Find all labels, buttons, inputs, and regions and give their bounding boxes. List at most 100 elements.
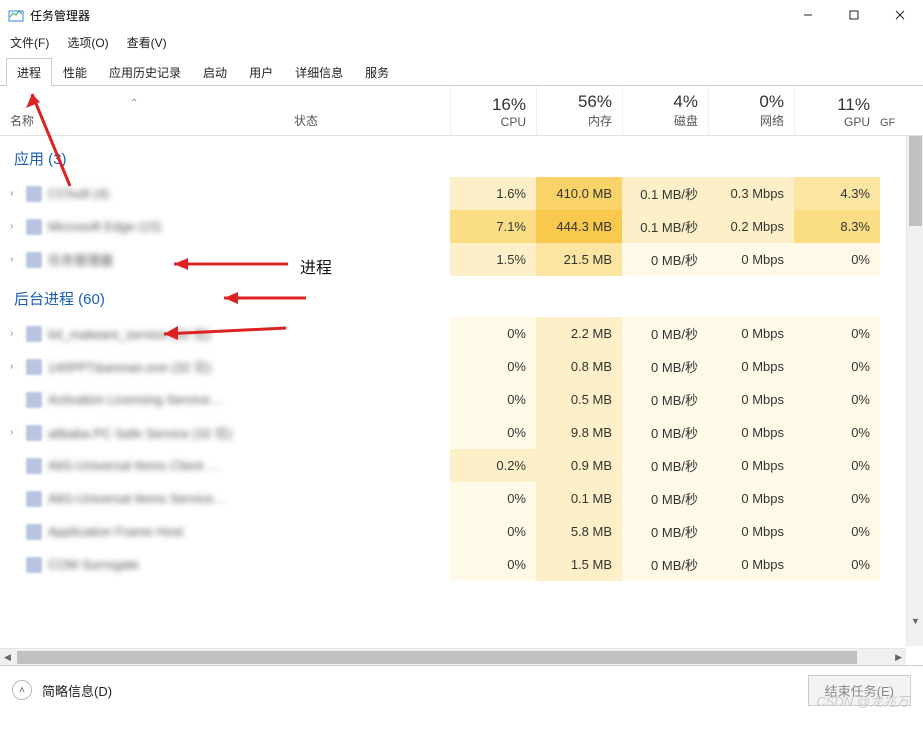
table-row[interactable]: Activation Licensing Service…0%0.5 MB0 M…	[0, 383, 923, 416]
menubar: 文件(F) 选项(O) 查看(V)	[0, 30, 923, 54]
tab-bar: 进程 性能 应用历史记录 启动 用户 详细信息 服务	[0, 58, 923, 86]
cell-gpu: 0%	[794, 548, 880, 581]
tab-services[interactable]: 服务	[354, 58, 400, 86]
tab-performance[interactable]: 性能	[52, 58, 98, 86]
col-cpu[interactable]: 16% CPU	[450, 86, 536, 135]
close-button[interactable]	[877, 0, 923, 30]
expand-chevron-icon[interactable]: ›	[10, 427, 20, 438]
cell-mem: 21.5 MB	[536, 243, 622, 276]
col-memory[interactable]: 56% 内存	[536, 86, 622, 135]
menu-options[interactable]: 选项(O)	[65, 32, 110, 53]
table-row[interactable]: AliG-Universal Items Service…0%0.1 MB0 M…	[0, 482, 923, 515]
fewer-details-toggle[interactable]: ˄ 简略信息(D)	[12, 680, 112, 700]
group-header[interactable]: 后台进程 (60)	[0, 276, 923, 317]
cell-cpu: 0%	[450, 383, 536, 416]
tab-details[interactable]: 详细信息	[284, 58, 354, 86]
tab-app-history[interactable]: 应用历史记录	[98, 58, 192, 86]
group-header[interactable]: 应用 (3)	[0, 136, 923, 177]
expand-chevron-icon[interactable]: ›	[10, 361, 20, 372]
tab-startup[interactable]: 启动	[192, 58, 238, 86]
cell-disk: 0 MB/秒	[622, 350, 708, 383]
cell-cpu: 0%	[450, 482, 536, 515]
table-row[interactable]: AliG-Universal Items Client …0.2%0.9 MB0…	[0, 449, 923, 482]
scroll-thumb-v[interactable]	[909, 136, 922, 226]
table-row[interactable]: COM Surrogate0%1.5 MB0 MB/秒0 Mbps0%	[0, 548, 923, 581]
tab-processes[interactable]: 进程	[6, 58, 52, 86]
cell-mem: 5.8 MB	[536, 515, 622, 548]
table-body: 应用 (3)› CChuili (4)1.6%410.0 MB0.1 MB/秒0…	[0, 136, 923, 646]
tab-users[interactable]: 用户	[238, 58, 284, 86]
menu-view[interactable]: 查看(V)	[125, 32, 169, 53]
network-percent: 0%	[759, 92, 784, 112]
process-icon	[26, 458, 42, 474]
cell-net: 0 Mbps	[708, 243, 794, 276]
col-status[interactable]: 状态	[290, 86, 450, 135]
table-row[interactable]: › Microsoft Edge (15)7.1%444.3 MB0.1 MB/…	[0, 210, 923, 243]
cell-disk: 0 MB/秒	[622, 449, 708, 482]
cell-cpu: 0%	[450, 548, 536, 581]
cell-gpu: 0%	[794, 449, 880, 482]
cell-cpu: 0%	[450, 350, 536, 383]
cell-gpu: 0%	[794, 243, 880, 276]
expand-chevron-icon[interactable]: ›	[10, 188, 20, 199]
col-name[interactable]: 名称 ⌃	[0, 86, 290, 135]
horizontal-scrollbar[interactable]: ◀ ▶	[0, 648, 906, 665]
table-row[interactable]: Application Frame Host0%5.8 MB0 MB/秒0 Mb…	[0, 515, 923, 548]
scroll-right-icon[interactable]: ▶	[895, 652, 902, 663]
cpu-percent: 16%	[492, 95, 526, 115]
col-network[interactable]: 0% 网络	[708, 86, 794, 135]
col-gpu-engine-trunc[interactable]: GF	[880, 86, 898, 135]
table-row[interactable]: › 64_malware_service (32 位)0%2.2 MB0 MB/…	[0, 317, 923, 350]
table-row[interactable]: › 任务管理器1.5%21.5 MB0 MB/秒0 Mbps0%	[0, 243, 923, 276]
chevron-up-icon: ˄	[12, 680, 32, 700]
expand-chevron-icon[interactable]: ›	[10, 328, 20, 339]
footer: ˄ 简略信息(D) 结束任务(E)	[0, 666, 923, 714]
sort-indicator-icon: ⌃	[130, 98, 138, 109]
cell-mem: 0.1 MB	[536, 482, 622, 515]
vertical-scrollbar[interactable]: ▲ ▼	[906, 136, 923, 646]
cell-cpu: 1.6%	[450, 177, 536, 210]
process-name: 140PPT&anman.exe (32 位)	[48, 357, 211, 376]
end-task-button[interactable]: 结束任务(E)	[808, 675, 911, 706]
scroll-thumb-h[interactable]	[17, 651, 857, 664]
cell-mem: 2.2 MB	[536, 317, 622, 350]
table-row[interactable]: › CChuili (4)1.6%410.0 MB0.1 MB/秒0.3 Mbp…	[0, 177, 923, 210]
cell-gpu: 0%	[794, 416, 880, 449]
gpu-label: GPU	[844, 115, 870, 129]
process-icon	[26, 252, 42, 268]
scroll-left-icon[interactable]: ◀	[4, 652, 11, 663]
table-header: 名称 ⌃ 状态 16% CPU 56% 内存 4% 磁盘 0% 网络 11% G…	[0, 86, 923, 136]
disk-percent: 4%	[673, 92, 698, 112]
process-icon	[26, 219, 42, 235]
cpu-label: CPU	[501, 115, 526, 129]
cell-gpu: 0%	[794, 515, 880, 548]
process-icon	[26, 557, 42, 573]
cell-disk: 0 MB/秒	[622, 548, 708, 581]
window-controls	[785, 0, 923, 30]
cell-disk: 0 MB/秒	[622, 317, 708, 350]
process-view: 名称 ⌃ 状态 16% CPU 56% 内存 4% 磁盘 0% 网络 11% G…	[0, 86, 923, 666]
col-disk[interactable]: 4% 磁盘	[622, 86, 708, 135]
expand-chevron-icon[interactable]: ›	[10, 221, 20, 232]
process-name: Application Frame Host	[48, 524, 183, 539]
scroll-down-icon[interactable]: ▼	[911, 616, 920, 626]
cell-mem: 0.5 MB	[536, 383, 622, 416]
expand-chevron-icon[interactable]: ›	[10, 254, 20, 265]
memory-percent: 56%	[578, 92, 612, 112]
cell-mem: 0.8 MB	[536, 350, 622, 383]
table-row[interactable]: › 140PPT&anman.exe (32 位)0%0.8 MB0 MB/秒0…	[0, 350, 923, 383]
table-row[interactable]: › alibaba PC Safe Service (32 位)0%9.8 MB…	[0, 416, 923, 449]
app-icon	[8, 7, 24, 23]
cell-cpu: 0%	[450, 416, 536, 449]
process-icon	[26, 524, 42, 540]
cell-mem: 0.9 MB	[536, 449, 622, 482]
maximize-button[interactable]	[831, 0, 877, 30]
cell-gpu: 0%	[794, 350, 880, 383]
cell-disk: 0 MB/秒	[622, 383, 708, 416]
col-gpu[interactable]: 11% GPU	[794, 86, 880, 135]
minimize-button[interactable]	[785, 0, 831, 30]
memory-label: 内存	[588, 112, 612, 129]
process-icon	[26, 326, 42, 342]
menu-file[interactable]: 文件(F)	[8, 32, 51, 53]
cell-gpu: 4.3%	[794, 177, 880, 210]
